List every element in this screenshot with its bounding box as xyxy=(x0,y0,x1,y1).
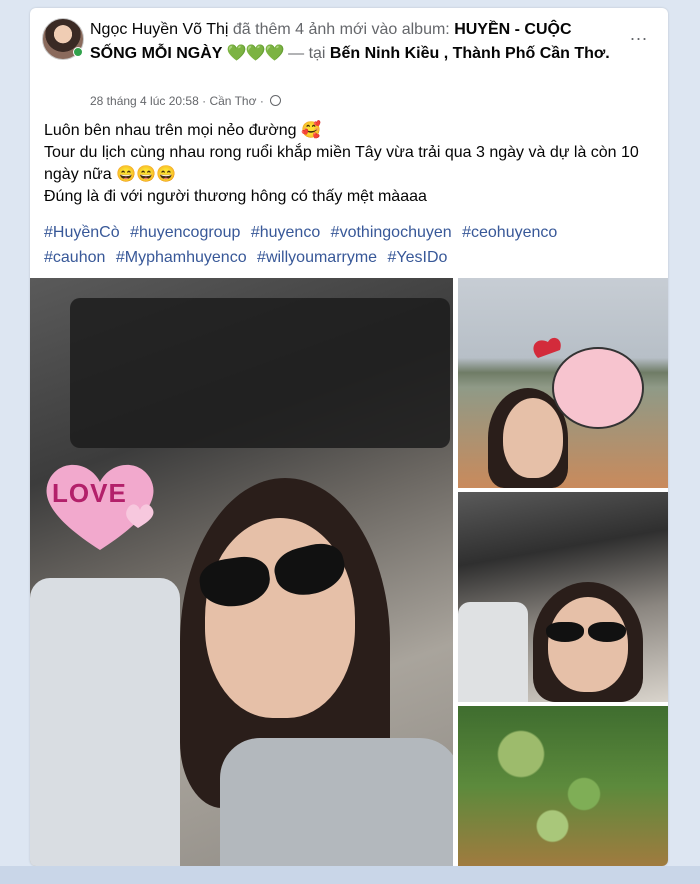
love-sticker-text: LOVE xyxy=(52,478,127,508)
photo-car[interactable] xyxy=(458,492,668,702)
sunglasses-right xyxy=(588,622,626,642)
post-header: Ngọc Huyền Võ Thị đã thêm 4 ảnh mới vào … xyxy=(30,8,668,118)
online-status-icon xyxy=(73,47,83,57)
photo-main-selfie[interactable]: LOVE xyxy=(30,278,453,866)
hand-sticker-icon xyxy=(533,337,644,429)
location-link[interactable]: Bến Ninh Kiều , Thành Phố Cần Thơ. xyxy=(330,45,610,62)
sunglasses-left xyxy=(546,622,584,642)
post-line: Tour du lịch cùng nhau rong ruổi khắp mi… xyxy=(44,144,639,183)
page-bottom-bar xyxy=(0,866,700,884)
green-hearts-icon: 💚💚💚 xyxy=(226,45,285,62)
hashtag-link[interactable]: #huyencogroup xyxy=(130,224,240,241)
face-shape xyxy=(548,597,628,692)
photo-river[interactable] xyxy=(458,278,668,488)
location-prefix: — tại xyxy=(288,45,326,62)
hashtag-link[interactable]: #willyoumarryme xyxy=(257,249,377,266)
hashtag-list: #HuyềnCò #huyencogroup #huyenco #vothing… xyxy=(44,220,654,270)
sunroof-shape xyxy=(70,298,450,448)
meta-separator: · xyxy=(202,94,207,108)
hashtag-link[interactable]: #vothingochuyen xyxy=(331,224,452,241)
post-body: Luôn bên nhau trên mọi nẻo đường 🥰 Tour … xyxy=(44,120,654,208)
post-line: Luôn bên nhau trên mọi nẻo đường 🥰 xyxy=(44,122,321,139)
photo-grid: LOVE xyxy=(30,278,668,866)
more-options-icon[interactable]: ... xyxy=(630,24,648,45)
post-place: Cần Thơ xyxy=(209,94,257,108)
meta-separator: · xyxy=(259,94,264,108)
post-action: đã thêm 4 ảnh mới vào album: xyxy=(232,21,450,38)
hashtag-link[interactable]: #ceohuyenco xyxy=(462,224,557,241)
jacket-shape xyxy=(220,738,453,866)
post-line: Đúng là đi với người thương hông có thấy… xyxy=(44,188,427,205)
photo-fruit-tree[interactable] xyxy=(458,706,668,866)
globe-icon[interactable] xyxy=(270,95,282,106)
post-date[interactable]: 28 tháng 4 lúc 20:58 xyxy=(90,94,199,108)
post-card: Ngọc Huyền Võ Thị đã thêm 4 ảnh mới vào … xyxy=(30,8,668,866)
hashtag-link[interactable]: #huyenco xyxy=(251,224,320,241)
shirt-shape xyxy=(30,578,180,866)
author-name[interactable]: Ngọc Huyền Võ Thị xyxy=(90,21,228,38)
hashtag-link[interactable]: #YesIDo xyxy=(388,249,448,266)
post-meta: 28 tháng 4 lúc 20:58 · Cần Thơ · xyxy=(90,94,282,108)
post-title: Ngọc Huyền Võ Thị đã thêm 4 ảnh mới vào … xyxy=(90,18,610,66)
hashtag-link[interactable]: #Myphamhuyenco xyxy=(116,249,247,266)
hashtag-link[interactable]: #cauhon xyxy=(44,249,105,266)
shirt-shape xyxy=(458,602,528,702)
author-avatar[interactable] xyxy=(42,18,84,60)
hashtag-link[interactable]: #HuyềnCò xyxy=(44,224,120,241)
